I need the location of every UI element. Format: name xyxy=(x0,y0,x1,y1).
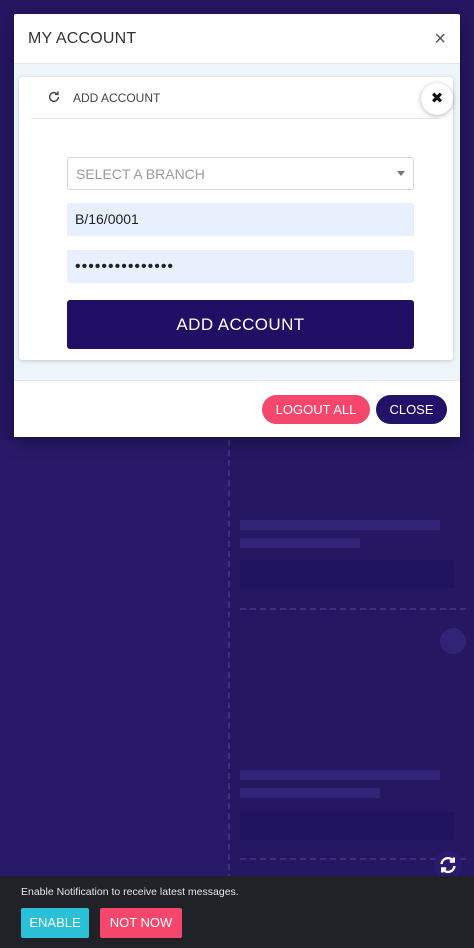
password-input[interactable]: ••••••••••••••• xyxy=(67,250,414,283)
modal-body: ADD ACCOUNT ✖ SELECT A BRANCH B/16/0001 … xyxy=(14,64,460,380)
enable-notifications-button[interactable]: ENABLE xyxy=(21,908,89,938)
branch-select-placeholder: SELECT A BRANCH xyxy=(76,166,205,182)
add-account-card-title: ADD ACCOUNT xyxy=(73,91,161,105)
add-account-card: ADD ACCOUNT ✖ SELECT A BRANCH B/16/0001 … xyxy=(19,77,453,360)
add-account-card-header: ADD ACCOUNT ✖ xyxy=(31,77,453,119)
notification-bar: Enable Notification to receive latest me… xyxy=(0,876,474,948)
modal-header: MY ACCOUNT × xyxy=(14,14,460,64)
branch-select[interactable]: SELECT A BRANCH xyxy=(67,157,414,190)
modal-close-icon[interactable]: × xyxy=(434,28,446,50)
card-close-icon[interactable]: ✖ xyxy=(421,83,453,115)
modal-title: MY ACCOUNT xyxy=(28,30,137,47)
my-account-modal: MY ACCOUNT × ADD ACCOUNT ✖ SELECT A BRAN… xyxy=(14,14,460,437)
logout-all-button[interactable]: LOGOUT ALL xyxy=(262,395,370,424)
notification-message: Enable Notification to receive latest me… xyxy=(21,886,239,898)
sync-icon[interactable] xyxy=(434,851,462,879)
not-now-button[interactable]: NOT NOW xyxy=(100,908,182,938)
username-input[interactable]: B/16/0001 xyxy=(67,203,414,236)
close-button[interactable]: CLOSE xyxy=(376,395,447,424)
add-account-button[interactable]: ADD ACCOUNT xyxy=(67,300,414,349)
modal-footer: LOGOUT ALL CLOSE xyxy=(14,380,460,437)
refresh-icon xyxy=(48,91,60,103)
chevron-down-icon xyxy=(397,171,405,176)
